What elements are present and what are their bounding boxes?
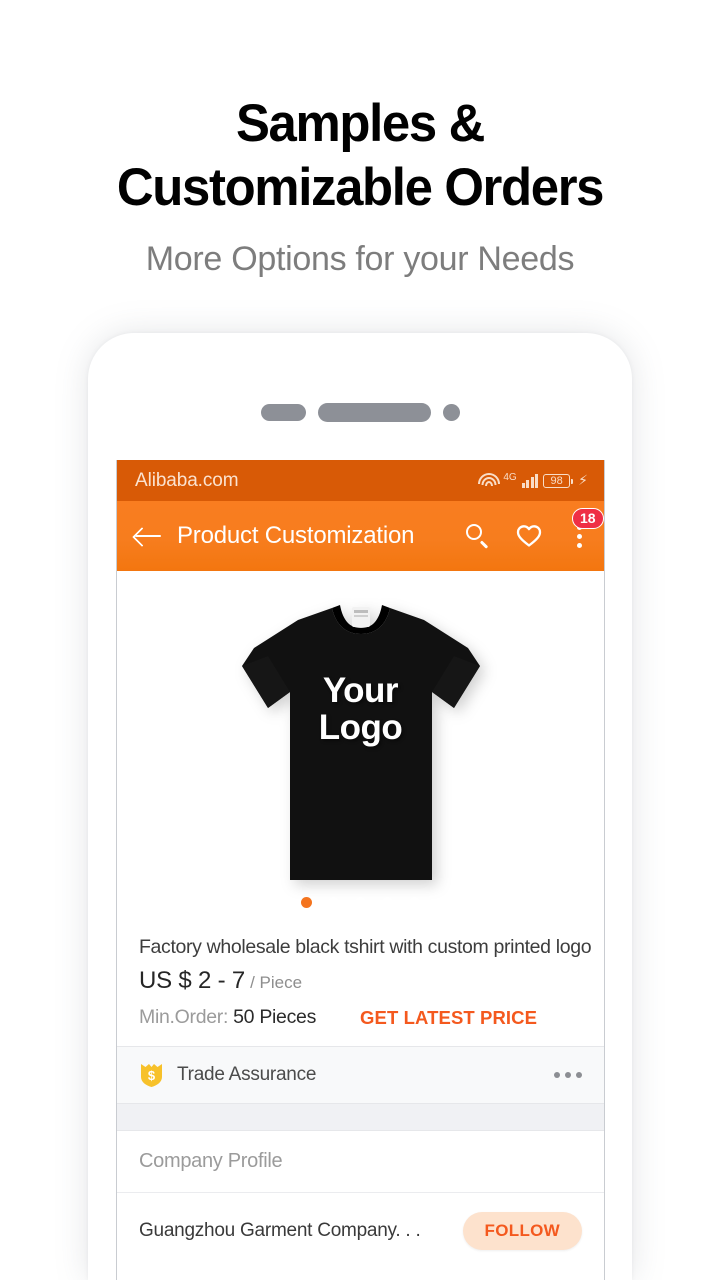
wifi-icon <box>477 473 500 488</box>
product-price-unit: / Piece <box>250 973 303 992</box>
product-price: US $ 2 - 7 <box>139 967 246 994</box>
status-bar: Alibaba.com 4G 98 ⚡ <box>117 460 604 501</box>
carousel-dot[interactable] <box>409 897 420 908</box>
headline-line-2: Customizable Orders <box>116 158 605 217</box>
product-image-gallery[interactable]: Your Logo <box>117 571 604 920</box>
company-profile-header: Company Profile <box>117 1131 604 1193</box>
price-row: US $ 2 - 7 / Piece <box>139 967 582 995</box>
status-bar-brand: Alibaba.com <box>135 469 239 491</box>
shield-dollar-icon: $ <box>139 1062 164 1088</box>
carousel-dot[interactable] <box>274 897 285 908</box>
carousel-dots[interactable] <box>117 897 604 908</box>
battery-icon: 98 <box>543 473 574 488</box>
trade-assurance-row[interactable]: $ Trade Assurance <box>117 1047 604 1104</box>
notification-badge: 18 <box>572 508 604 529</box>
search-icon[interactable] <box>466 524 490 548</box>
battery-level-label: 98 <box>550 474 563 487</box>
phone-speaker-row <box>88 403 632 422</box>
kebab-menu-icon[interactable]: 18 <box>568 508 604 550</box>
phone-screen: Alibaba.com 4G 98 ⚡ Product Customizatio… <box>116 460 605 1280</box>
phone-front-camera <box>442 404 460 421</box>
carousel-dot[interactable] <box>382 897 393 908</box>
app-bar: Product Customization 18 <box>117 501 604 571</box>
app-bar-actions: 18 <box>466 508 604 550</box>
lightning-bolt-icon: ⚡ <box>578 472 588 488</box>
trade-assurance-label: Trade Assurance <box>177 1064 317 1085</box>
get-latest-price-button[interactable]: GET LATEST PRICE <box>360 1007 537 1029</box>
min-order-label: Min.Order: <box>139 1006 229 1028</box>
follow-button[interactable]: FOLLOW <box>462 1211 582 1250</box>
section-separator <box>117 1104 604 1131</box>
min-order-row: Min.Order: 50 Pieces GET LATEST PRICE <box>139 1006 582 1029</box>
headline-block: Samples & Customizable Orders More Optio… <box>0 0 720 279</box>
company-row[interactable]: Guangzhou Garment Company. . . FOLLOW <box>117 1193 604 1268</box>
page-title: Product Customization <box>177 522 415 549</box>
carousel-dot[interactable] <box>436 897 447 908</box>
headline-line-1: Samples & <box>235 94 485 153</box>
carousel-dot[interactable] <box>355 897 366 908</box>
product-info-section: Factory wholesale black tshirt with cust… <box>117 920 604 1047</box>
headline-subtitle: More Options for your Needs <box>145 240 575 278</box>
svg-text:$: $ <box>148 1068 156 1083</box>
signal-bars-icon <box>521 473 539 488</box>
tshirt-image: Your Logo <box>236 596 486 896</box>
carousel-dot-active[interactable] <box>301 897 312 908</box>
phone-sensor-left <box>260 404 306 421</box>
product-title: Factory wholesale black tshirt with cust… <box>139 936 592 958</box>
ellipsis-icon[interactable] <box>554 1072 582 1078</box>
company-profile-label: Company Profile <box>139 1150 283 1172</box>
heart-icon[interactable] <box>516 524 542 548</box>
phone-mockup: Alibaba.com 4G 98 ⚡ Product Customizatio… <box>88 333 632 1280</box>
carousel-dot[interactable] <box>328 897 339 908</box>
status-bar-icons: 4G 98 ⚡ <box>477 472 588 489</box>
network-type-label: 4G <box>503 472 517 483</box>
phone-earpiece-speaker <box>317 403 431 422</box>
min-order-value: 50 Pieces <box>233 1006 317 1028</box>
back-arrow-icon[interactable] <box>133 525 163 547</box>
company-name: Guangzhou Garment Company. . . <box>139 1219 421 1241</box>
